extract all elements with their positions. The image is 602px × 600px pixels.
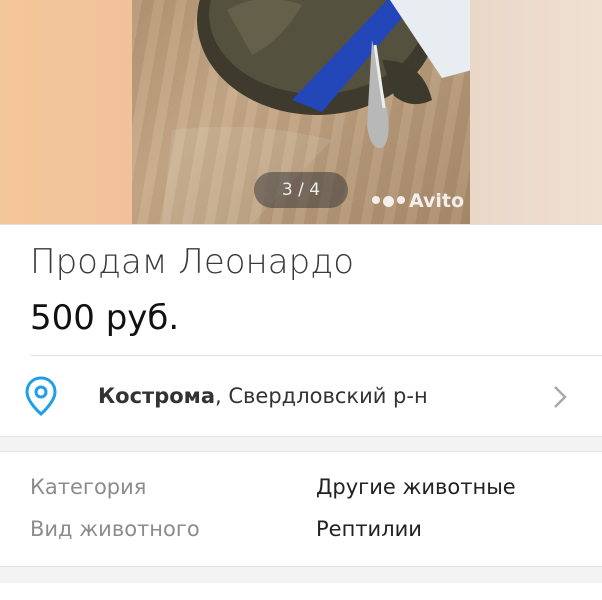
location-row[interactable]: Кострома, Свердловский р-н <box>0 356 602 436</box>
photo-counter: 3 / 4 <box>254 172 348 208</box>
photo-gallery[interactable]: 3 / 4 Avito <box>0 0 602 224</box>
params-section: Категория Другие животные Вид животного … <box>0 452 602 550</box>
avito-watermark: Avito <box>372 188 464 214</box>
avito-logo-icon <box>372 195 405 207</box>
listing-title: Продам Леонардо <box>30 242 355 282</box>
param-row: Категория Другие животные <box>30 466 572 508</box>
param-name: Вид животного <box>30 517 200 541</box>
location-text: Кострома, Свердловский р-н <box>98 384 428 408</box>
location-district: Свердловский р-н <box>221 384 428 408</box>
param-row: Вид животного Рептилии <box>30 508 572 550</box>
param-name: Категория <box>30 475 147 499</box>
location-pin-icon <box>25 376 57 416</box>
listing-header: Продам Леонардо 500 руб. Кострома, Сверд… <box>0 224 602 436</box>
param-value: Другие животные <box>316 475 516 499</box>
watermark-text: Avito <box>409 190 465 212</box>
chevron-right-icon <box>554 386 567 408</box>
section-gap <box>0 436 602 452</box>
listing-price: 500 руб. <box>30 298 180 338</box>
location-city: Кострома <box>98 384 216 408</box>
param-value: Рептилии <box>316 517 422 541</box>
section-gap <box>0 566 602 583</box>
location-separator: , <box>215 384 222 408</box>
